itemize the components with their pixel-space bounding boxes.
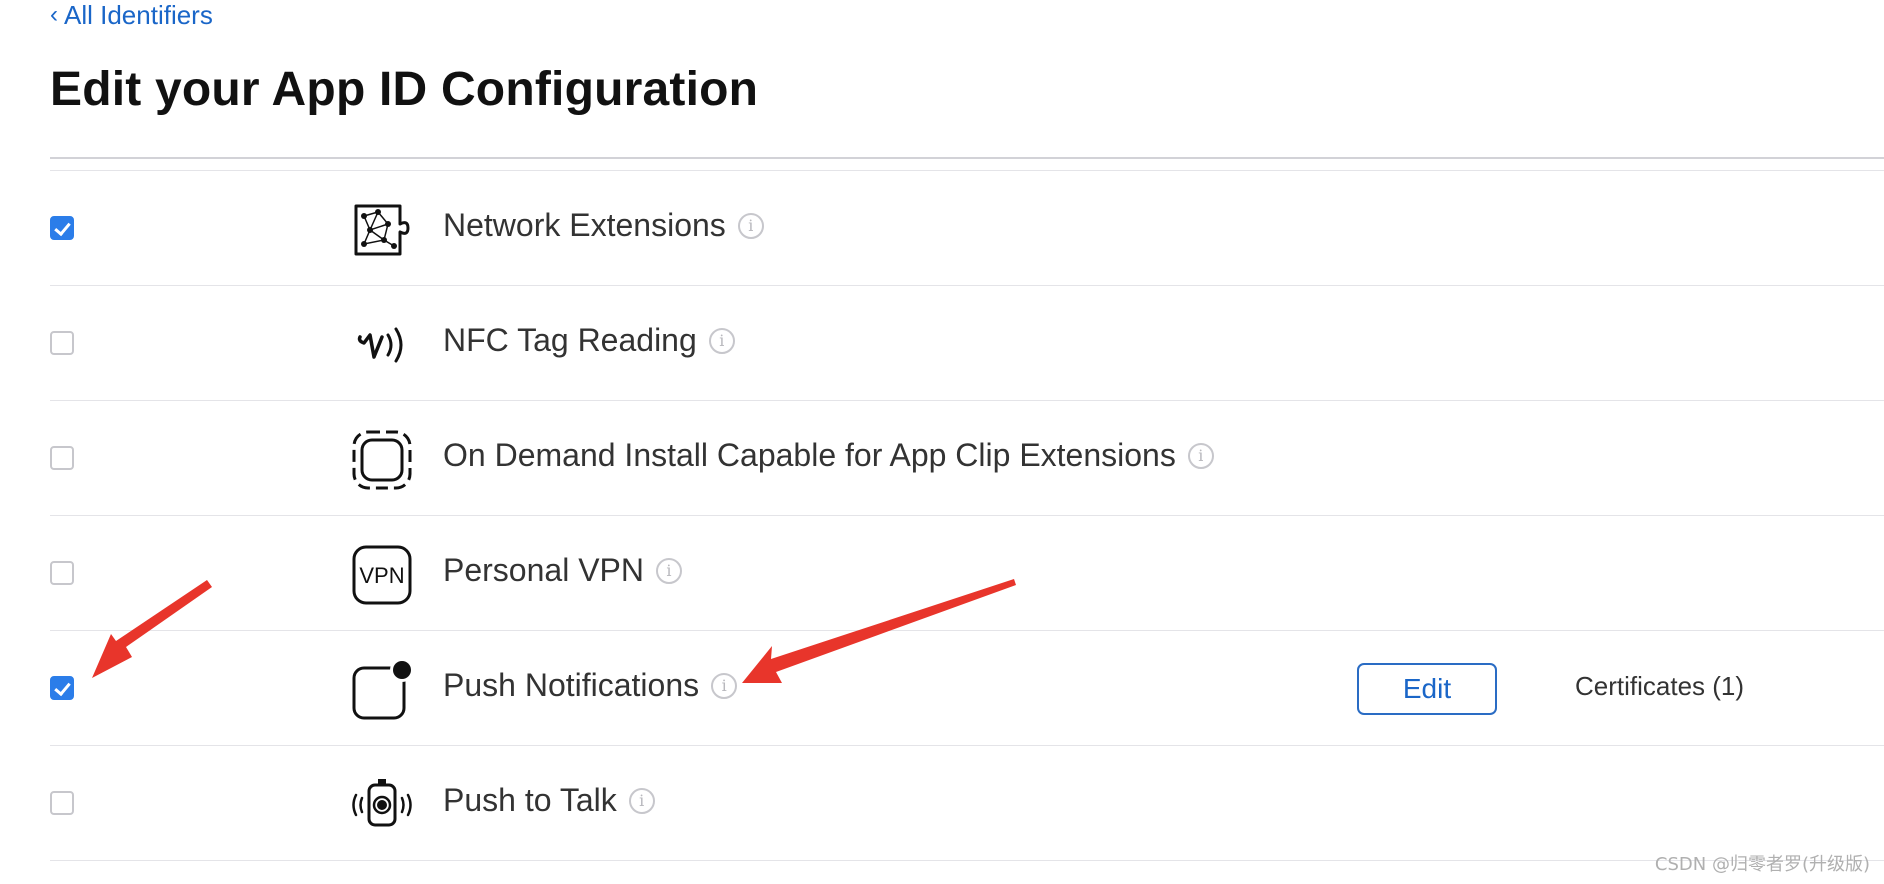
info-icon[interactable]: i: [655, 557, 682, 584]
info-icon[interactable]: i: [711, 672, 738, 699]
capability-label: On Demand Install Capable for App Clip E…: [443, 437, 1214, 474]
capability-row-on-demand-install: On Demand Install Capable for App Clip E…: [50, 400, 1884, 515]
info-icon[interactable]: i: [1187, 442, 1214, 469]
vpn-icon-text: VPN: [359, 563, 404, 588]
checkbox-nfc-tag-reading[interactable]: [50, 331, 74, 355]
capability-label: Personal VPN i: [443, 552, 682, 589]
app-clip-icon: [350, 428, 414, 492]
push-to-talk-icon: [350, 773, 414, 837]
info-icon[interactable]: i: [737, 212, 764, 239]
nfc-icon: [350, 313, 414, 377]
capabilities-list: Network Extensions i NFC Tag Reading i O…: [50, 170, 1884, 861]
capability-name: Push Notifications: [443, 667, 700, 703]
checkbox-on-demand-install[interactable]: [50, 446, 74, 470]
capability-name: Push to Talk: [443, 782, 617, 818]
page-title: Edit your App ID Configuration: [50, 63, 759, 116]
title-divider: [50, 157, 1884, 159]
capability-row-push-to-talk: Push to Talk i: [50, 745, 1884, 861]
checkbox-push-to-talk[interactable]: [50, 791, 74, 815]
certificates-count: Certificates (1): [1575, 671, 1745, 701]
capability-name: NFC Tag Reading: [443, 322, 697, 358]
push-notifications-icon: [350, 658, 414, 722]
checkbox-push-notifications[interactable]: [50, 676, 74, 700]
back-link-label: All Identifiers: [64, 0, 213, 30]
capability-row-push-notifications: Push Notifications i Edit Certificates (…: [50, 630, 1884, 745]
capability-label: Push Notifications i: [443, 667, 738, 704]
capability-name: On Demand Install Capable for App Clip E…: [443, 437, 1176, 473]
capability-label: NFC Tag Reading i: [443, 322, 735, 359]
network-extensions-icon: [350, 198, 414, 262]
capability-row-network-extensions: Network Extensions i: [50, 170, 1884, 285]
capability-name: Network Extensions: [443, 207, 726, 243]
edit-button[interactable]: Edit: [1357, 663, 1497, 715]
info-icon[interactable]: i: [708, 327, 735, 354]
watermark: CSDN @归零者罗(升级版): [1654, 854, 1870, 875]
chevron-left-icon: ‹: [50, 0, 58, 28]
back-link-all-identifiers[interactable]: ‹ All Identifiers: [50, 0, 213, 31]
capability-row-personal-vpn: VPN Personal VPN i: [50, 515, 1884, 630]
info-icon[interactable]: i: [628, 787, 655, 814]
vpn-icon: VPN: [350, 543, 414, 607]
capability-label: Network Extensions i: [443, 207, 764, 244]
capability-row-nfc-tag-reading: NFC Tag Reading i: [50, 285, 1884, 400]
capability-name: Personal VPN: [443, 552, 644, 588]
capability-label: Push to Talk i: [443, 782, 655, 819]
checkbox-network-extensions[interactable]: [50, 216, 74, 240]
checkbox-personal-vpn[interactable]: [50, 561, 74, 585]
